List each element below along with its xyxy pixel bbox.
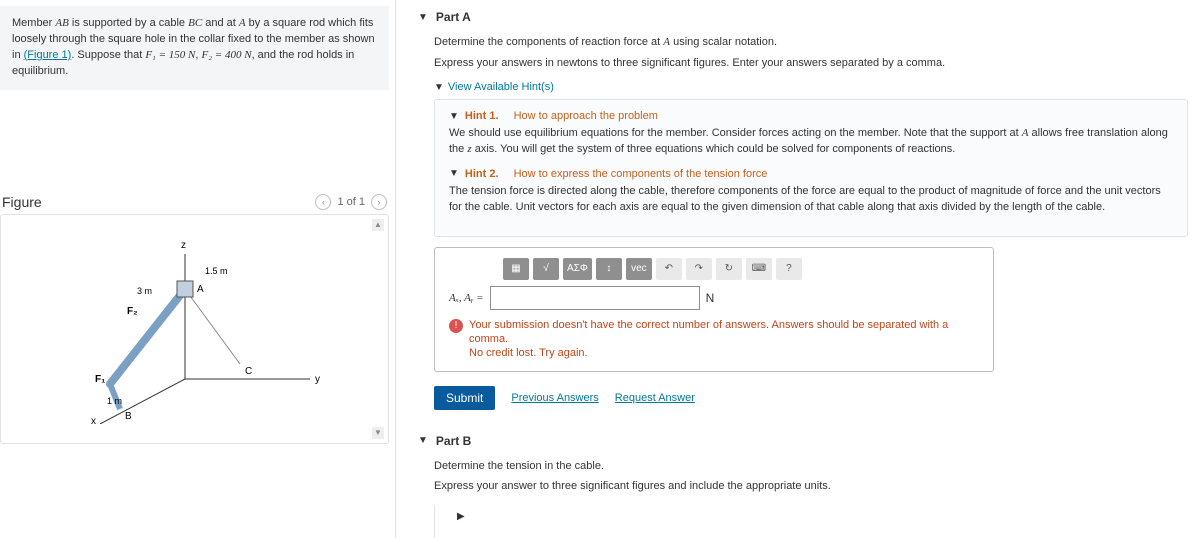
svg-text:F₂: F₂ bbox=[127, 306, 138, 317]
svg-text:1.5 m: 1.5 m bbox=[205, 266, 228, 276]
redo-icon[interactable]: ↷ bbox=[686, 258, 712, 280]
partA-answer-area: ▦ √ ΑΣΦ ↕ vec ↶ ↷ ↻ ⌨ ? Aₓ, Aᵧ = N bbox=[434, 247, 994, 372]
previous-answers-link[interactable]: Previous Answers bbox=[511, 392, 598, 404]
partA-answer-input[interactable] bbox=[490, 286, 700, 310]
partA-unit: N bbox=[706, 291, 715, 305]
problem-statement: Member AB is supported by a cable BC and… bbox=[0, 6, 389, 90]
svg-text:F₁: F₁ bbox=[95, 374, 105, 385]
partA-caret-icon[interactable]: ▼ bbox=[418, 12, 428, 23]
updown-icon[interactable]: ↕ bbox=[596, 258, 622, 280]
templates-icon[interactable]: ▦ bbox=[503, 258, 529, 280]
reset-icon[interactable]: ↻ bbox=[716, 258, 742, 280]
partA-hints: ▼ Hint 1. How to approach the problem We… bbox=[434, 99, 1188, 237]
partB-hints-toggle[interactable]: ▶View Available Hint(s) bbox=[434, 505, 587, 538]
svg-text:x: x bbox=[91, 416, 96, 424]
scroll-up-icon[interactable]: ▲ bbox=[372, 219, 384, 231]
svg-text:z: z bbox=[181, 240, 186, 251]
partA-error-text: Your submission doesn't have the correct… bbox=[469, 318, 979, 361]
partA-submit-button[interactable]: Submit bbox=[434, 386, 495, 410]
request-answer-link[interactable]: Request Answer bbox=[615, 392, 695, 404]
greek-icon[interactable]: ΑΣΦ bbox=[563, 258, 592, 280]
figure-prev[interactable]: ‹ bbox=[315, 194, 331, 210]
svg-text:A: A bbox=[197, 284, 204, 295]
svg-text:B: B bbox=[125, 411, 132, 422]
partA-hints-toggle[interactable]: ▼View Available Hint(s) bbox=[434, 81, 554, 93]
partA-question: Determine the components of reaction for… bbox=[434, 34, 1188, 51]
svg-text:y: y bbox=[315, 374, 320, 385]
help-icon[interactable]: ? bbox=[776, 258, 802, 280]
hint1-caret-icon[interactable]: ▼ bbox=[449, 111, 459, 122]
partB-caret-icon[interactable]: ▼ bbox=[418, 435, 428, 446]
svg-text:1 m: 1 m bbox=[107, 396, 122, 406]
svg-text:3 m: 3 m bbox=[137, 286, 152, 296]
partB-instructions: Express your answer to three significant… bbox=[434, 478, 1188, 495]
undo-icon[interactable]: ↶ bbox=[656, 258, 682, 280]
hint2-caret-icon[interactable]: ▼ bbox=[449, 168, 459, 179]
partA-answer-label: Aₓ, Aᵧ = bbox=[449, 292, 484, 304]
figure-svg: z y x A B C 1.5 m 3 m 1 m F₁ F₂ bbox=[65, 234, 325, 424]
error-icon: ! bbox=[449, 319, 463, 333]
figure-counter: 1 of 1 bbox=[337, 196, 365, 208]
partA-title: Part A bbox=[436, 10, 471, 24]
keyboard-icon[interactable]: ⌨ bbox=[746, 258, 772, 280]
figure-link[interactable]: (Figure 1) bbox=[24, 49, 72, 61]
partB-question: Determine the tension in the cable. bbox=[434, 458, 1188, 475]
svg-text:C: C bbox=[245, 366, 252, 377]
scroll-down-icon[interactable]: ▼ bbox=[372, 427, 384, 439]
figure-next[interactable]: › bbox=[371, 194, 387, 210]
figure-panel: ▲ ▼ z y x A B C 1.5 m 3 m bbox=[0, 214, 389, 444]
partA-instructions: Express your answers in newtons to three… bbox=[434, 55, 1188, 72]
figure-title: Figure bbox=[2, 194, 42, 210]
partB-title: Part B bbox=[436, 434, 471, 448]
sqrt-icon[interactable]: √ bbox=[533, 258, 559, 280]
vec-icon[interactable]: vec bbox=[626, 258, 652, 280]
